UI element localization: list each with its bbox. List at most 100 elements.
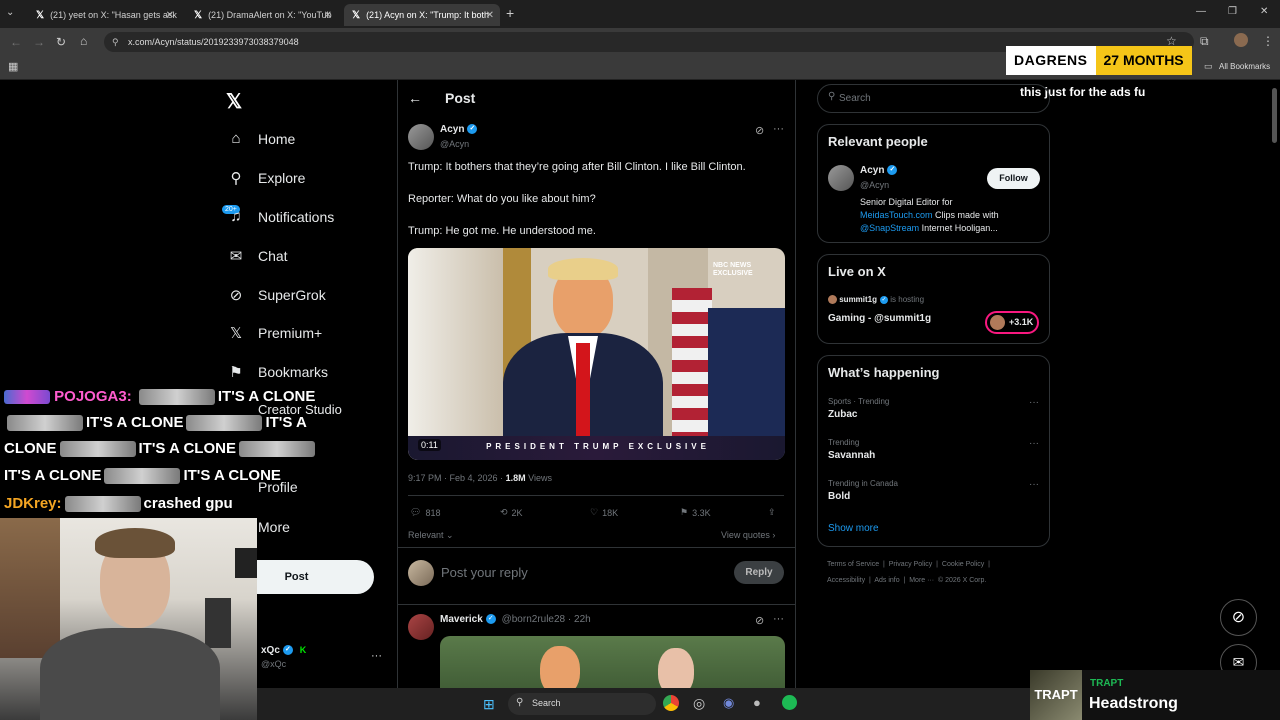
- grok-icon[interactable]: ⊘: [755, 614, 764, 627]
- account-switcher[interactable]: xQc ✓ K: [261, 645, 306, 656]
- view-quotes-label: View quotes: [721, 530, 770, 540]
- streamer-hair: [95, 528, 175, 558]
- extensions-icon[interactable]: ⧉: [1200, 34, 1209, 49]
- taskbar-search[interactable]: ⚲ Search: [508, 693, 656, 715]
- profile-avatar[interactable]: [1234, 33, 1248, 47]
- scrollbar[interactable]: [1272, 88, 1277, 143]
- footer-links[interactable]: Terms of Service | Privacy Policy | Cook…: [827, 561, 990, 568]
- chat-username: POJOGA3:: [54, 388, 132, 405]
- reply-image[interactable]: [440, 636, 785, 696]
- post-video[interactable]: PRESIDENT TRUMP EXCLUSIVE NBC NEWS EXCLU…: [408, 248, 785, 460]
- account-more-icon[interactable]: ···: [371, 650, 382, 662]
- chat-message: IT'S A CLONE: [183, 467, 281, 484]
- windows-start-icon[interactable]: ⊞: [483, 696, 495, 713]
- person-name-row[interactable]: Acyn ✓: [860, 165, 898, 176]
- nav-home[interactable]: ⌂ Home: [226, 130, 295, 147]
- bookmark-action[interactable]: ⚑ 3.3K: [680, 507, 711, 518]
- bookmark-count: 3.3K: [692, 507, 711, 518]
- trend-more-icon[interactable]: ···: [1029, 479, 1039, 490]
- chat-line: IT'S A CLONE IT'S A CLONE: [4, 467, 281, 485]
- all-bookmarks-link[interactable]: All Bookmarks: [1219, 62, 1270, 71]
- trend-name[interactable]: Savannah: [828, 450, 875, 461]
- minimize-icon[interactable]: —: [1196, 6, 1206, 17]
- more-options-icon[interactable]: ···: [773, 613, 784, 625]
- nav-chat[interactable]: ✉ Chat: [226, 247, 288, 265]
- x-logo-icon[interactable]: 𝕏: [226, 89, 242, 114]
- trend-more-icon[interactable]: ···: [1029, 438, 1039, 449]
- nav-explore[interactable]: ⚲ Explore: [226, 169, 306, 187]
- show-more-link[interactable]: Show more: [828, 523, 879, 534]
- bio-link[interactable]: @SnapStream: [860, 223, 919, 233]
- close-icon[interactable]: ✕: [166, 10, 174, 21]
- live-viewers[interactable]: +3.1K: [985, 311, 1039, 334]
- views-count: 1.8M: [505, 473, 526, 483]
- reply-icon: 💬︎: [410, 507, 422, 517]
- trend-more-icon[interactable]: ···: [1029, 397, 1039, 408]
- dark-object: [205, 598, 231, 648]
- bio-link[interactable]: MeidasTouch.com: [860, 210, 933, 220]
- share-action[interactable]: ⇪: [768, 507, 776, 518]
- close-window-icon[interactable]: ✕: [1260, 6, 1268, 17]
- nav-supergrok[interactable]: ⊘ SuperGrok: [226, 286, 326, 304]
- post-button[interactable]: Post: [257, 560, 374, 594]
- trend-name[interactable]: Zubac: [828, 409, 857, 420]
- account-name: xQc: [261, 645, 280, 656]
- live-host-row[interactable]: summit1g ✓ is hosting: [828, 295, 924, 305]
- app-icon[interactable]: ◎: [693, 695, 705, 712]
- relevant-people-card: Relevant people Acyn ✓ @Acyn Follow Senio…: [817, 124, 1050, 243]
- nav-label: Chat: [258, 248, 288, 264]
- apps-icon[interactable]: ▦: [8, 60, 18, 73]
- browser-tab[interactable]: 𝕏 (21) yeet on X: "Hasan gets ask ✕: [28, 4, 180, 26]
- reload-icon[interactable]: ↻: [56, 35, 66, 49]
- nav-bookmarks[interactable]: ⚑ Bookmarks: [226, 363, 328, 381]
- more-options-icon[interactable]: ···: [773, 123, 784, 135]
- maximize-icon[interactable]: ❐: [1228, 6, 1237, 17]
- verified-icon: ✓: [485, 614, 496, 625]
- author-name: Acyn: [440, 124, 465, 135]
- new-tab-icon[interactable]: +: [506, 5, 514, 21]
- reply-input[interactable]: Post your reply: [441, 565, 528, 580]
- steam-icon[interactable]: ●: [753, 695, 761, 710]
- live-stream-title[interactable]: Gaming - @summit1g: [828, 313, 931, 324]
- reply-button[interactable]: Reply: [734, 561, 784, 584]
- avatar[interactable]: [828, 165, 854, 191]
- window-frame: [235, 548, 257, 578]
- menu-icon[interactable]: ⋮: [1262, 34, 1274, 48]
- reply-action[interactable]: 💬︎ 818: [410, 507, 440, 518]
- back-icon[interactable]: ←: [10, 35, 22, 49]
- home-browser-icon[interactable]: ⌂: [80, 34, 87, 48]
- close-icon[interactable]: ✕: [324, 10, 332, 21]
- footer-links[interactable]: Accessibility | Ads info | More ··· © 20…: [827, 577, 986, 584]
- avatar[interactable]: [408, 124, 434, 150]
- reply-author-row[interactable]: Maverick ✓ @born2rule28 · 22h: [440, 614, 591, 625]
- nav-notifications[interactable]: ♫ Notifications: [226, 208, 334, 225]
- my-avatar: [408, 560, 434, 586]
- spotify-icon[interactable]: [782, 695, 797, 710]
- divider: [398, 547, 795, 548]
- song-title: Headstrong: [1089, 695, 1178, 712]
- browser-tab[interactable]: 𝕏 (21) DramaAlert on X: "YouTub ✕: [186, 4, 338, 26]
- search-input[interactable]: ⚲ Search: [817, 84, 1050, 113]
- back-arrow-icon[interactable]: ←: [408, 90, 422, 106]
- grok-fab-icon[interactable]: ⊘: [1220, 599, 1257, 636]
- close-icon[interactable]: ✕: [486, 10, 494, 21]
- author-name-row[interactable]: Acyn ✓: [440, 124, 478, 135]
- reply-avatar[interactable]: [408, 614, 434, 640]
- trend-name[interactable]: Bold: [828, 491, 850, 502]
- chat-emote: [104, 468, 181, 485]
- x-logo-icon: 𝕏: [229, 325, 243, 342]
- like-action[interactable]: ♡ 18K: [590, 507, 618, 518]
- discord-icon[interactable]: ◉: [723, 695, 734, 711]
- chrome-app-icon[interactable]: [663, 695, 679, 711]
- forward-icon[interactable]: →: [33, 35, 45, 49]
- repost-action[interactable]: ⟲ 2K: [500, 507, 523, 518]
- tab-search-icon[interactable]: ⌄: [6, 7, 14, 18]
- nav-premium[interactable]: 𝕏 Premium+: [226, 324, 322, 342]
- view-quotes-link[interactable]: View quotes ›: [721, 530, 775, 540]
- site-info-icon[interactable]: ⚲: [112, 32, 119, 52]
- chevron-right-icon: ›: [772, 530, 776, 540]
- browser-tab-active[interactable]: 𝕏 (21) Acyn on X: "Trump: It both ✕: [344, 4, 500, 26]
- sort-dropdown[interactable]: Relevant ⌄: [408, 530, 454, 541]
- follow-button[interactable]: Follow: [987, 168, 1040, 189]
- grok-icon[interactable]: ⊘: [755, 124, 764, 137]
